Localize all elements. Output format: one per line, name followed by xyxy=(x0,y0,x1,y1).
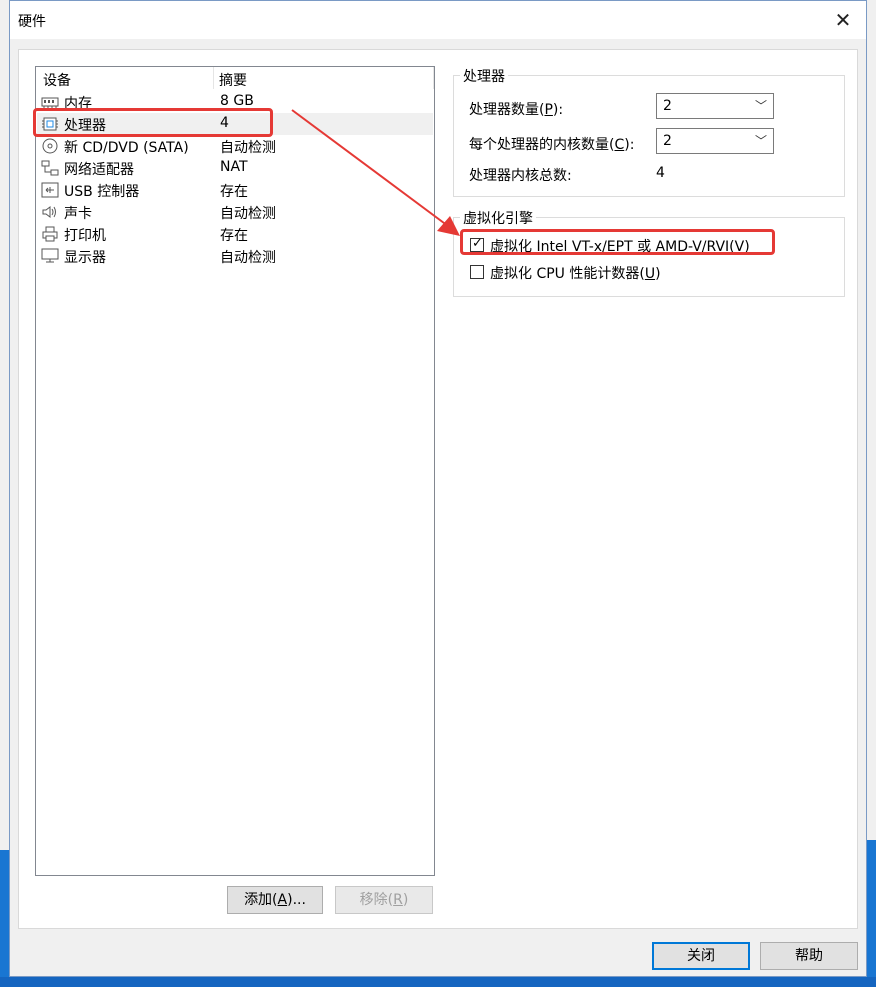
processor-icon xyxy=(42,117,58,131)
device-summary: 存在 xyxy=(220,184,248,200)
cores-per-processor-value: 2 xyxy=(663,133,672,149)
device-summary: 存在 xyxy=(220,228,248,244)
printer-icon xyxy=(42,226,58,242)
header-summary[interactable]: 摘要 xyxy=(219,70,247,90)
list-item-printer[interactable]: 打印机 存在 xyxy=(37,223,433,245)
header-device[interactable]: 设备 xyxy=(43,70,71,90)
num-processors-select[interactable]: 2 ﹀ xyxy=(656,93,774,119)
window-title: 硬件 xyxy=(18,14,46,30)
close-button[interactable]: 关闭 xyxy=(652,942,750,970)
list-item-monitor[interactable]: 显示器 自动检测 xyxy=(37,245,433,267)
monitor-icon xyxy=(41,248,59,263)
device-list[interactable]: 设备 摘要 内存 8 GB 处理器 4 新 CD/DVD (SATA) 自动检测… xyxy=(35,66,435,876)
vtx-checkbox[interactable]: ✓ xyxy=(470,236,484,252)
device-name: 处理器 xyxy=(64,118,106,134)
device-name: 显示器 xyxy=(64,250,106,266)
vtx-label[interactable]: 虚拟化 Intel VT-x/EPT 或 AMD-V/RVI(V) xyxy=(490,236,750,256)
cores-per-processor-label: 每个处理器的内核数量(C): xyxy=(469,137,635,153)
header-divider[interactable] xyxy=(213,67,214,89)
desktop-taskbar xyxy=(0,977,876,987)
desktop-taskbar-left xyxy=(0,850,9,987)
device-name: 新 CD/DVD (SATA) xyxy=(64,140,189,156)
processor-group-title: 处理器 xyxy=(460,66,508,86)
list-item-cd-dvd[interactable]: 新 CD/DVD (SATA) 自动检测 xyxy=(37,135,433,157)
network-adapter-icon xyxy=(41,160,59,176)
usb-icon xyxy=(41,182,59,198)
chevron-down-icon: ﹀ xyxy=(754,134,767,148)
device-summary: 自动检测 xyxy=(220,140,276,156)
title-bar: 硬件 ✕ xyxy=(10,1,866,39)
device-name: 打印机 xyxy=(64,228,106,244)
list-item-processor[interactable]: 处理器 4 xyxy=(37,113,433,135)
total-cores-value: 4 xyxy=(656,165,665,181)
device-name: USB 控制器 xyxy=(64,184,140,200)
device-summary: NAT xyxy=(220,159,248,175)
list-item-usb[interactable]: USB 控制器 存在 xyxy=(37,179,433,201)
virtualization-engine-group: 虚拟化引擎 ✓ 虚拟化 Intel VT-x/EPT 或 AMD-V/RVI(V… xyxy=(453,208,845,297)
checkmark-icon: ✓ xyxy=(472,236,483,251)
memory-icon xyxy=(41,97,59,108)
list-item-sound-card[interactable]: 声卡 自动检测 xyxy=(37,201,433,223)
header-divider xyxy=(433,67,434,89)
cpu-counter-checkbox[interactable] xyxy=(470,265,484,279)
close-icon[interactable]: ✕ xyxy=(830,7,856,33)
cores-per-processor-select[interactable]: 2 ﹀ xyxy=(656,128,774,154)
num-processors-label: 处理器数量(P): xyxy=(469,102,564,118)
add-device-button[interactable]: 添加(A)... xyxy=(227,886,323,914)
desktop-taskbar-right xyxy=(867,840,876,987)
chevron-down-icon: ﹀ xyxy=(754,99,767,113)
list-item-network-adapter[interactable]: 网络适配器 NAT xyxy=(37,157,433,179)
device-summary: 自动检测 xyxy=(220,250,276,266)
device-name: 内存 xyxy=(64,96,92,112)
device-summary: 4 xyxy=(220,115,229,131)
num-processors-value: 2 xyxy=(663,98,672,114)
help-button[interactable]: 帮助 xyxy=(760,942,858,970)
total-cores-label: 处理器内核总数: xyxy=(469,168,572,184)
content-panel: 设备 摘要 内存 8 GB 处理器 4 新 CD/DVD (SATA) 自动检测… xyxy=(18,49,858,929)
virtualization-engine-title: 虚拟化引擎 xyxy=(460,208,536,228)
list-header: 设备 摘要 xyxy=(36,67,434,89)
list-item-memory[interactable]: 内存 8 GB xyxy=(37,91,433,113)
device-summary: 8 GB xyxy=(220,93,254,109)
device-name: 网络适配器 xyxy=(64,162,134,178)
desktop-background-left xyxy=(0,0,9,987)
hardware-dialog: 硬件 ✕ 设备 摘要 内存 8 GB 处理器 4 新 CD/DVD (SATA)… xyxy=(9,0,867,977)
cpu-counter-label[interactable]: 虚拟化 CPU 性能计数器(U) xyxy=(490,263,661,283)
cd-dvd-icon xyxy=(42,138,58,154)
device-summary: 自动检测 xyxy=(220,206,276,222)
speaker-icon xyxy=(42,206,56,218)
device-name: 声卡 xyxy=(64,206,92,222)
processor-group: 处理器 处理器数量(P): 2 ﹀ 每个处理器的内核数量(C): 2 ﹀ 处理器… xyxy=(453,66,845,197)
remove-device-button[interactable]: 移除(R) xyxy=(335,886,433,914)
